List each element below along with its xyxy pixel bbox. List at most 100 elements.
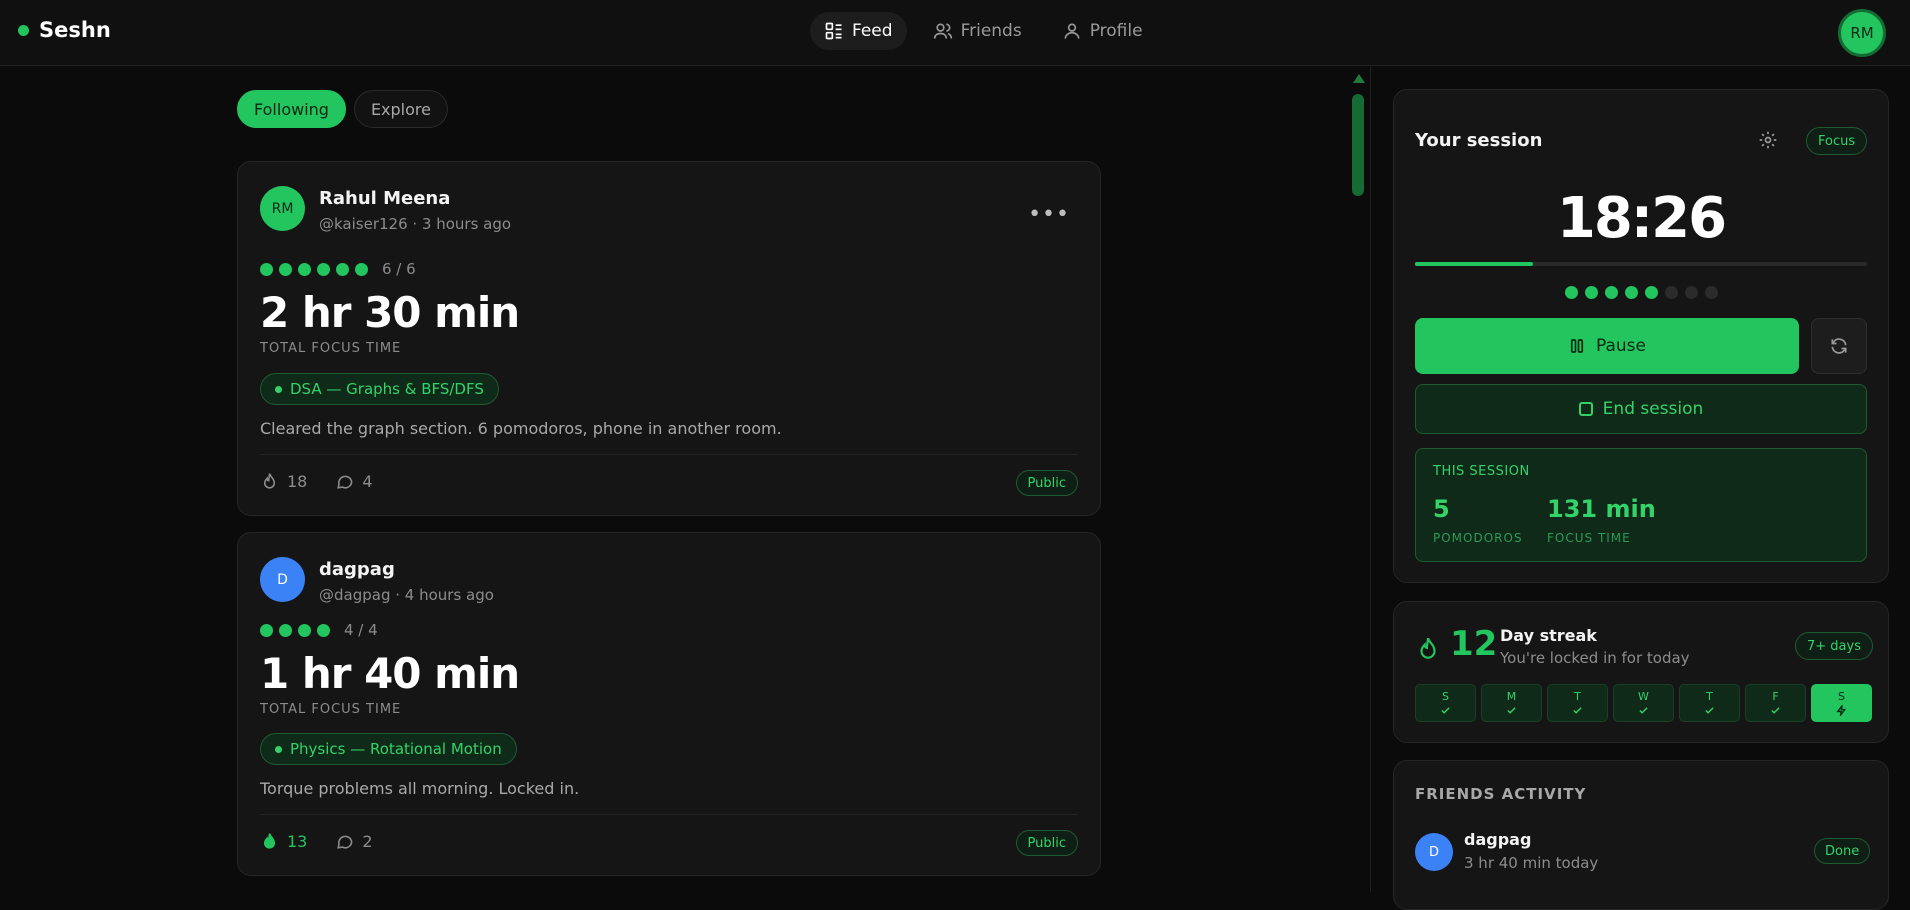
bolt-icon bbox=[1836, 705, 1847, 716]
comment-icon[interactable] bbox=[335, 832, 354, 851]
status-badge: Done bbox=[1814, 838, 1871, 864]
comment-count: 4 bbox=[362, 472, 373, 491]
filter-following[interactable]: Following bbox=[237, 90, 346, 128]
nav-profile[interactable]: Profile bbox=[1048, 12, 1157, 50]
streak-day-label: S bbox=[1838, 690, 1845, 703]
visibility-badge: Public bbox=[1015, 470, 1078, 496]
gear-icon[interactable] bbox=[1758, 130, 1778, 150]
focus-duration-label: TOTAL FOCUS TIME bbox=[260, 341, 402, 356]
pomodoro-dot bbox=[279, 262, 292, 276]
pause-button[interactable]: Pause bbox=[1415, 318, 1799, 374]
user-avatar[interactable]: RM bbox=[1838, 9, 1886, 57]
session-pomodoro-dot bbox=[1704, 286, 1718, 299]
focus-duration: 2 hr 30 min bbox=[260, 288, 520, 337]
pomodoro-dot bbox=[298, 623, 311, 637]
session-pomodoro-dot bbox=[1624, 286, 1638, 299]
session-progress-fill bbox=[1415, 262, 1533, 266]
streak-day-label: W bbox=[1638, 690, 1649, 703]
brand-name: Seshn bbox=[39, 18, 111, 42]
post-author-name[interactable]: Rahul Meena bbox=[319, 188, 511, 209]
avatar[interactable]: D bbox=[1415, 833, 1453, 871]
friends-activity-title: FRIENDS ACTIVITY bbox=[1415, 785, 1587, 803]
session-pomodoro-dot bbox=[1644, 286, 1658, 299]
refresh-icon bbox=[1831, 338, 1847, 354]
top-bar: Seshn Feed Friends Profile RM bbox=[0, 0, 1910, 66]
streak-week: SMTWTFS bbox=[1415, 684, 1872, 722]
check-icon bbox=[1639, 707, 1648, 714]
post-meta: @dagpag · 4 hours ago bbox=[319, 586, 494, 604]
session-pomodoro-dot bbox=[1584, 286, 1598, 299]
comment-icon[interactable] bbox=[335, 472, 354, 491]
focus-duration: 1 hr 40 min bbox=[260, 649, 520, 698]
streak-day: T bbox=[1547, 684, 1608, 722]
streak-day: F bbox=[1745, 684, 1806, 722]
avatar[interactable]: RM bbox=[260, 186, 305, 231]
pomodoro-dot bbox=[317, 623, 330, 637]
end-session-label: End session bbox=[1602, 399, 1704, 419]
friend-name[interactable]: dagpag bbox=[1464, 830, 1531, 849]
pause-icon bbox=[1570, 339, 1584, 353]
pomodoro-dot bbox=[279, 623, 292, 637]
visibility-badge: Public bbox=[1015, 830, 1078, 856]
end-session-button[interactable]: End session bbox=[1415, 384, 1867, 434]
streak-day: W bbox=[1613, 684, 1674, 722]
focus-time-label: FOCUS TIME bbox=[1547, 531, 1631, 545]
feed-icon bbox=[825, 22, 842, 40]
streak-title: Day streak bbox=[1500, 626, 1597, 645]
nav-friends[interactable]: Friends bbox=[919, 12, 1036, 50]
check-icon bbox=[1771, 707, 1780, 714]
streak-day: S bbox=[1415, 684, 1476, 722]
friend-activity-summary: 3 hr 40 min today bbox=[1464, 854, 1599, 872]
reset-button[interactable] bbox=[1811, 318, 1867, 374]
session-stats-title: THIS SESSION bbox=[1433, 464, 1530, 479]
stop-icon bbox=[1578, 402, 1593, 416]
fire-icon[interactable] bbox=[260, 472, 279, 491]
more-options-icon[interactable]: ••• bbox=[1028, 202, 1070, 227]
pomodoro-count: 4 / 4 bbox=[344, 621, 378, 639]
streak-subtitle: You're locked in for today bbox=[1500, 649, 1690, 667]
users-icon bbox=[933, 23, 952, 39]
column-divider bbox=[1370, 66, 1371, 892]
pomodoro-dots: 6 / 6 bbox=[260, 260, 416, 278]
check-icon bbox=[1573, 707, 1582, 714]
brand-logo[interactable]: Seshn bbox=[18, 18, 111, 42]
fire-icon bbox=[1420, 637, 1436, 659]
session-pomodoro-dot bbox=[1664, 286, 1678, 299]
focus-time-value: 131 min bbox=[1547, 495, 1656, 523]
tag-dot-icon bbox=[275, 745, 282, 753]
fire-icon[interactable] bbox=[260, 832, 279, 851]
streak-day-label: M bbox=[1506, 690, 1517, 703]
pomodoro-dot bbox=[336, 262, 349, 276]
session-pomodoro-dots bbox=[1394, 286, 1888, 299]
check-icon bbox=[1507, 707, 1516, 714]
streak-day-label: F bbox=[1772, 690, 1779, 703]
nav-feed-label: Feed bbox=[852, 21, 893, 41]
nav-profile-label: Profile bbox=[1089, 21, 1143, 41]
post-header: RM Rahul Meena @kaiser126 · 3 hours ago bbox=[260, 186, 511, 233]
reactions: 18 4 bbox=[260, 472, 373, 491]
session-pomodoro-dot bbox=[1684, 286, 1698, 299]
subject-tag[interactable]: DSA — Graphs & BFS/DFS bbox=[260, 373, 499, 405]
streak-card: 12 Day streak You're locked in for today… bbox=[1393, 601, 1889, 743]
divider bbox=[260, 454, 1078, 455]
pomodoro-dot bbox=[298, 262, 311, 276]
scrollbar-thumb[interactable] bbox=[1352, 94, 1364, 196]
post-note: Cleared the graph section. 6 pomodoros, … bbox=[260, 419, 782, 438]
pomodoro-dot bbox=[260, 623, 273, 637]
session-progress-bar bbox=[1415, 262, 1867, 266]
post-note: Torque problems all morning. Locked in. bbox=[260, 779, 580, 798]
pomodoros-value: 5 bbox=[1433, 495, 1450, 523]
feed-post: D dagpag @dagpag · 4 hours ago 4 / 4 1 h… bbox=[237, 532, 1101, 876]
pomodoros-label: POMODOROS bbox=[1433, 531, 1523, 545]
avatar[interactable]: D bbox=[260, 557, 305, 602]
filter-explore[interactable]: Explore bbox=[353, 90, 448, 128]
scroll-up-arrow-icon[interactable] bbox=[1353, 74, 1365, 83]
subject-tag-label: DSA — Graphs & BFS/DFS bbox=[290, 380, 484, 398]
session-mode-badge: Focus bbox=[1806, 127, 1868, 155]
pomodoro-count: 6 / 6 bbox=[382, 260, 416, 278]
session-card: Your session Focus 18:26 Pause End sessi… bbox=[1393, 89, 1889, 583]
nav-feed[interactable]: Feed bbox=[810, 12, 907, 50]
session-title: Your session bbox=[1415, 130, 1543, 151]
post-author-name[interactable]: dagpag bbox=[319, 559, 494, 580]
subject-tag[interactable]: Physics — Rotational Motion bbox=[260, 733, 517, 765]
